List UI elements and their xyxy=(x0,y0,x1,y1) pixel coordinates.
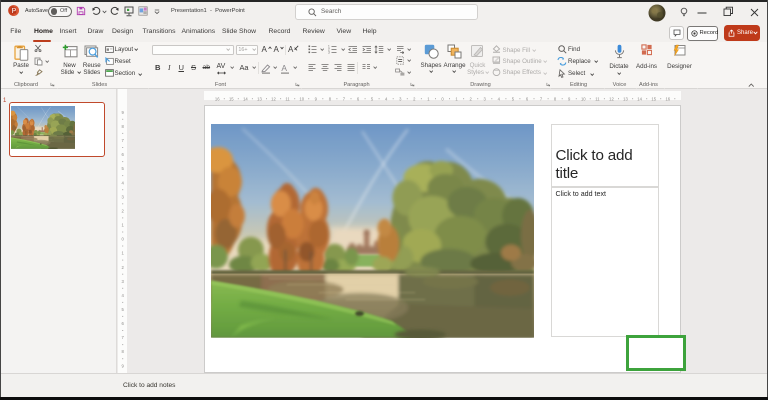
svg-text:8: 8 xyxy=(554,97,557,102)
svg-text:8: 8 xyxy=(329,97,332,102)
svg-text:A: A xyxy=(281,63,287,73)
svg-text:1: 1 xyxy=(122,251,125,256)
svg-text:1: 1 xyxy=(122,223,125,228)
svg-text:7: 7 xyxy=(540,97,543,102)
svg-text:16: 16 xyxy=(215,97,220,102)
svg-text:7: 7 xyxy=(343,97,346,102)
svg-text:15: 15 xyxy=(229,97,234,102)
svg-text:P: P xyxy=(12,8,17,15)
svg-text:3: 3 xyxy=(122,194,125,199)
svg-text:8: 8 xyxy=(122,349,125,354)
svg-text:9: 9 xyxy=(122,363,125,368)
svg-text:11: 11 xyxy=(595,97,600,102)
svg-text:4: 4 xyxy=(122,180,125,185)
svg-text:3: 3 xyxy=(399,97,402,102)
svg-text:3: 3 xyxy=(484,97,487,102)
svg-text:9: 9 xyxy=(315,97,318,102)
svg-text:13: 13 xyxy=(257,97,262,102)
svg-text:12: 12 xyxy=(271,97,276,102)
svg-text:7: 7 xyxy=(122,138,125,143)
svg-text:4: 4 xyxy=(385,97,388,102)
svg-text:5: 5 xyxy=(122,307,125,312)
svg-text:6: 6 xyxy=(357,97,360,102)
svg-text:11: 11 xyxy=(285,97,290,102)
svg-text:0: 0 xyxy=(122,237,125,242)
svg-text:4: 4 xyxy=(498,97,501,102)
svg-text:4: 4 xyxy=(122,293,125,298)
svg-text:5: 5 xyxy=(371,97,374,102)
svg-text:2: 2 xyxy=(122,265,125,270)
svg-text:2: 2 xyxy=(413,97,416,102)
svg-text:14: 14 xyxy=(637,97,642,102)
svg-text:9: 9 xyxy=(122,110,125,115)
svg-text:12: 12 xyxy=(609,97,614,102)
svg-text:3: 3 xyxy=(122,279,125,284)
svg-text:3: 3 xyxy=(328,51,330,54)
svg-text:14: 14 xyxy=(243,97,248,102)
svg-text:9: 9 xyxy=(568,97,571,102)
svg-text:2: 2 xyxy=(470,97,473,102)
svg-text:16: 16 xyxy=(665,97,670,102)
svg-text:5: 5 xyxy=(122,166,125,171)
svg-text:1: 1 xyxy=(455,97,458,102)
svg-text:6: 6 xyxy=(526,97,529,102)
svg-text:5: 5 xyxy=(512,97,515,102)
svg-text:0: 0 xyxy=(441,97,444,102)
svg-text:1: 1 xyxy=(427,97,430,102)
svg-text:15: 15 xyxy=(651,97,656,102)
svg-text:10: 10 xyxy=(299,97,304,102)
svg-text:13: 13 xyxy=(623,97,628,102)
svg-text:7: 7 xyxy=(122,335,125,340)
svg-text:2: 2 xyxy=(122,208,125,213)
svg-text:10: 10 xyxy=(581,97,586,102)
svg-text:8: 8 xyxy=(122,124,125,129)
svg-text:6: 6 xyxy=(122,321,125,326)
svg-text:6: 6 xyxy=(122,152,125,157)
